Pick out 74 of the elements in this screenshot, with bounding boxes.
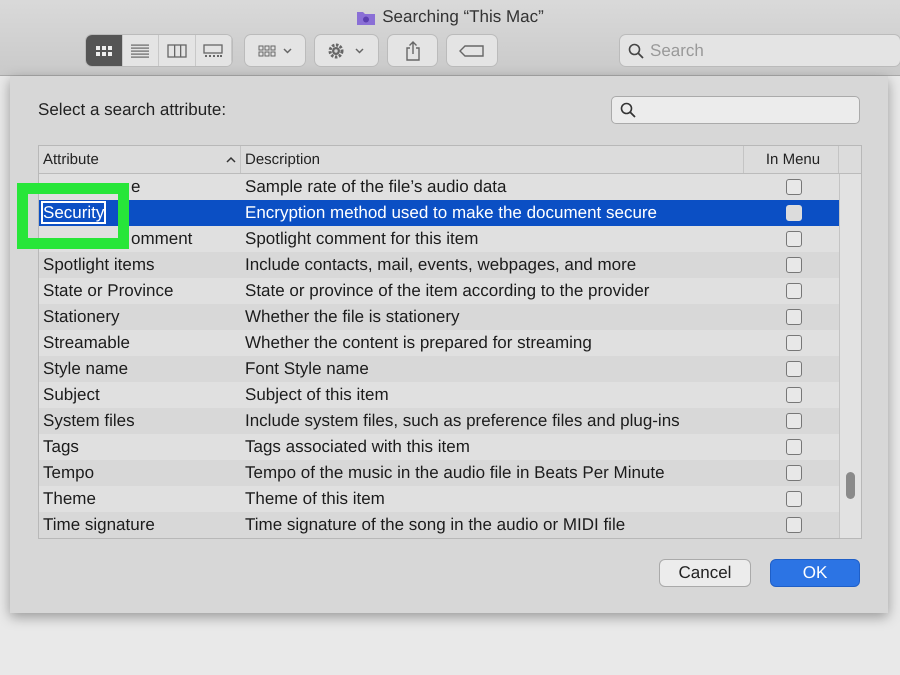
checkbox[interactable] — [786, 439, 802, 455]
column-header[interactable]: In Menu — [744, 146, 839, 173]
checkbox[interactable] — [786, 517, 802, 533]
table-cell: omment — [131, 229, 192, 248]
table-row[interactable]: System files Include system files, such as preference files and plug-ins — [39, 408, 839, 434]
checkbox[interactable] — [786, 413, 802, 429]
checkbox[interactable] — [786, 179, 802, 195]
table-cell: Include contacts, mail, events, webpages, and more — [245, 255, 636, 274]
checkbox[interactable] — [786, 283, 802, 299]
table-cell: Time signature — [43, 515, 155, 534]
list-icon — [130, 44, 150, 58]
table-cell: Whether the file is stationery — [245, 307, 460, 326]
column-header[interactable]: Attribute — [39, 146, 241, 173]
checkbox[interactable] — [786, 335, 802, 351]
table-cell: Theme — [43, 489, 96, 508]
table-cell: Spotlight comment for this item — [245, 229, 478, 248]
table-row[interactable]: Style name Font Style name — [39, 356, 839, 382]
prompt-label: Select a search attribute: — [38, 100, 226, 120]
search-field[interactable] — [611, 96, 860, 124]
checkbox[interactable] — [786, 231, 802, 247]
table-cell: Streamable — [43, 333, 130, 352]
checkbox[interactable] — [786, 257, 802, 273]
table-cell: Style name — [43, 359, 128, 378]
window-title: Searching “This Mac” — [382, 7, 544, 27]
table-cell: Theme of this item — [245, 489, 385, 508]
table-cell: State or province of the item according to the provider — [245, 281, 650, 300]
table-cell: Stationery — [43, 307, 120, 326]
grid-dropdown-icon — [256, 44, 293, 58]
table-cell: Subject of this item — [245, 385, 389, 404]
checkbox[interactable] — [786, 387, 802, 403]
table-cell: Font Style name — [245, 359, 369, 378]
table-cell: Sample rate of the file’s audio data — [245, 177, 506, 196]
table-cell: Tags associated with this item — [245, 437, 470, 456]
columns-icon — [166, 44, 187, 58]
table-row[interactable]: Stationery Whether the file is stationery — [39, 304, 839, 330]
checkbox[interactable] — [786, 361, 802, 377]
table-cell: System files — [43, 411, 135, 430]
table-row[interactable]: Spotlight items Include contacts, mail, events, webpages, and more — [39, 252, 839, 278]
search-field[interactable]: Search — [620, 35, 900, 66]
action-button[interactable] — [314, 35, 378, 66]
gallery-icon — [203, 44, 224, 58]
search-icon — [628, 43, 644, 59]
search-icon — [620, 102, 636, 118]
table-cell: Tempo — [43, 463, 94, 482]
gear-dropdown-icon — [326, 42, 366, 60]
table-row[interactable]: Tempo Tempo of the music in the audio file in Beats Per Minute — [39, 460, 839, 486]
table-cell: Time signature of the song in the audio or MIDI file — [245, 515, 626, 534]
table-row[interactable]: Security Encryption method used to make the document secure — [39, 200, 839, 226]
table-cell: Spotlight items — [43, 255, 154, 274]
group-button[interactable] — [245, 35, 305, 66]
grid-icon — [94, 44, 114, 58]
checkbox[interactable] — [786, 465, 802, 481]
table-row[interactable]: Time signature Time signature of the song in the audio or MIDI file — [39, 512, 839, 538]
table-cell: State or Province — [43, 281, 174, 300]
sort-ascending-icon — [226, 156, 236, 163]
view-mode-button[interactable] — [86, 35, 123, 66]
column-header[interactable]: Description — [241, 146, 744, 173]
table-cell: Subject — [43, 385, 100, 404]
table-cell: Include system files, such as preference files and plug-ins — [245, 411, 680, 430]
share-icon — [404, 40, 421, 60]
table-cell: Encryption method used to make the document secure — [245, 203, 658, 222]
tag-icon — [459, 44, 486, 56]
table-cell: Security — [43, 203, 104, 222]
table-cell: e — [131, 177, 140, 196]
checkbox[interactable] — [786, 491, 802, 507]
table-cell: Tempo of the music in the audio file in Beats Per Minute — [245, 463, 665, 482]
share-button[interactable] — [388, 35, 438, 66]
ok-button[interactable]: OK — [770, 559, 860, 587]
table-cell: Whether the content is prepared for streaming — [245, 333, 592, 352]
checkbox[interactable] — [786, 309, 802, 325]
cancel-button[interactable]: Cancel — [659, 559, 751, 587]
tag-button[interactable] — [447, 35, 498, 66]
table-cell: Tags — [43, 437, 79, 456]
scrollbar-thumb[interactable] — [846, 472, 855, 499]
